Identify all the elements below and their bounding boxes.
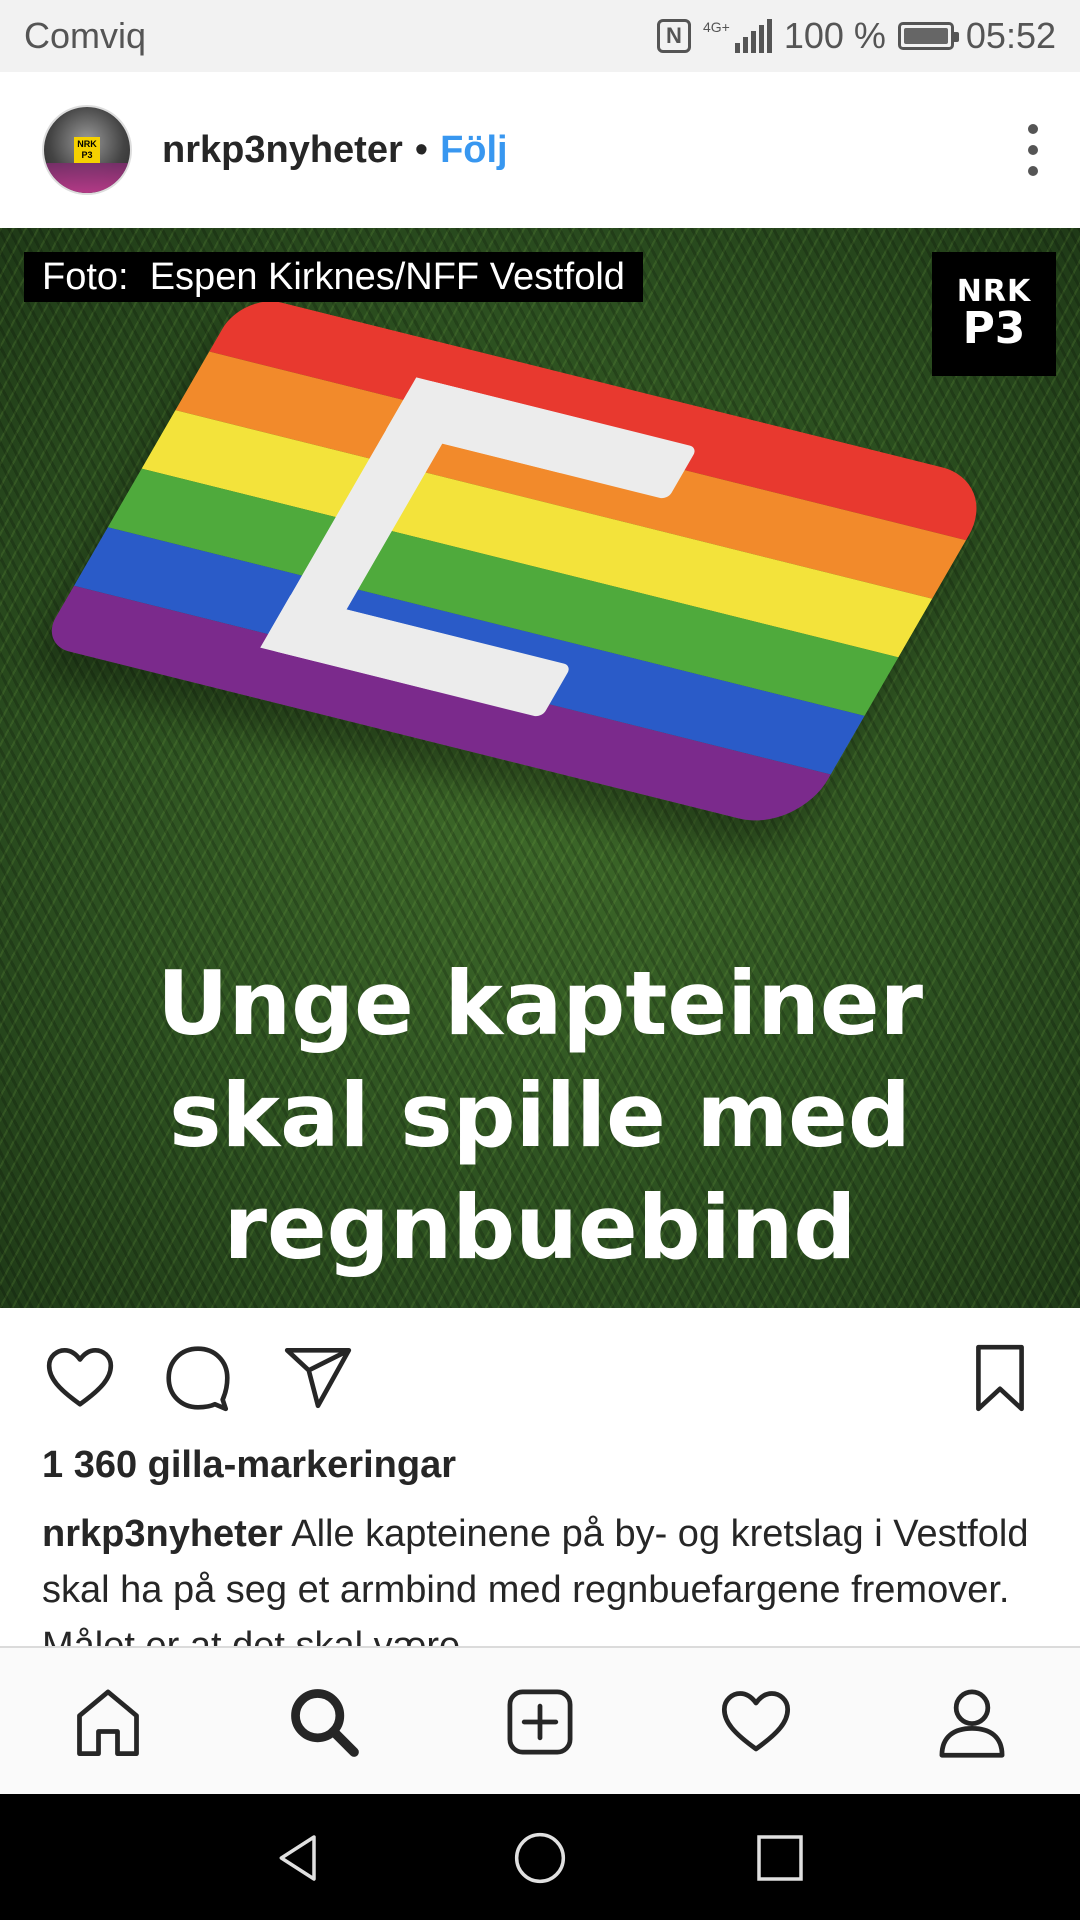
comment-icon[interactable] xyxy=(158,1338,238,1418)
activity-heart-icon[interactable] xyxy=(716,1682,796,1762)
rainbow-armband-image xyxy=(40,292,1000,834)
more-options-icon[interactable] xyxy=(1028,124,1040,176)
add-icon[interactable] xyxy=(500,1682,580,1762)
post-image[interactable]: Foto: Espen Kirknes/NFF Vestfold NRK P3 … xyxy=(0,228,1080,1308)
recents-icon[interactable] xyxy=(750,1828,810,1888)
network-type: 4G+ xyxy=(702,19,730,35)
status-bar: Comviq N 4G+ 100 % 05:52 xyxy=(0,0,1080,72)
likes-count[interactable]: 1 360 gilla-markeringar xyxy=(42,1444,456,1487)
headline-line: regnbuebind xyxy=(223,1176,857,1279)
photo-credit: Foto: Espen Kirknes/NFF Vestfold xyxy=(24,252,643,302)
home-icon[interactable] xyxy=(68,1682,148,1762)
battery-percent: 100 % xyxy=(783,15,886,56)
nfc-icon: N xyxy=(656,19,691,53)
post-header: NRK P3 nrkp3nyheter • Följ xyxy=(0,72,1080,228)
back-icon[interactable] xyxy=(270,1828,330,1888)
profile-icon[interactable] xyxy=(932,1682,1012,1762)
bottom-navigation xyxy=(0,1646,1080,1794)
send-icon[interactable] xyxy=(278,1338,358,1418)
nrk-p3-logo: NRK P3 xyxy=(932,252,1056,376)
post-actions xyxy=(0,1308,1080,1448)
heart-icon[interactable] xyxy=(40,1338,120,1418)
post-username[interactable]: nrkp3nyheter xyxy=(162,129,403,172)
search-icon[interactable] xyxy=(284,1682,364,1762)
home-circle-icon[interactable] xyxy=(510,1828,570,1888)
separator-dot: • xyxy=(414,128,429,171)
post-caption[interactable]: nrkp3nyheter Alle kapteinene på by- og k… xyxy=(42,1506,1042,1646)
system-navigation-bar xyxy=(0,1794,1080,1920)
signal-icon: 4G+ xyxy=(703,19,772,53)
carrier-name: Comviq xyxy=(24,15,147,56)
bookmark-icon[interactable] xyxy=(960,1338,1040,1418)
headline-line: Unge kapteiner xyxy=(157,952,923,1055)
caption-username[interactable]: nrkp3nyheter xyxy=(42,1513,283,1555)
headline-line: skal spille med xyxy=(169,1064,911,1167)
battery-icon xyxy=(897,22,959,50)
logo-line2: P3 xyxy=(962,303,1026,354)
clock: 05:52 xyxy=(965,15,1056,56)
status-icons: N 4G+ 100 % 05:52 xyxy=(656,15,1056,57)
follow-button[interactable]: Följ xyxy=(440,129,508,172)
avatar[interactable]: NRK P3 xyxy=(42,105,132,195)
avatar-badge: NRK P3 xyxy=(74,137,100,163)
image-headline: Unge kapteiner skal spille med regnbuebi… xyxy=(0,948,1080,1284)
